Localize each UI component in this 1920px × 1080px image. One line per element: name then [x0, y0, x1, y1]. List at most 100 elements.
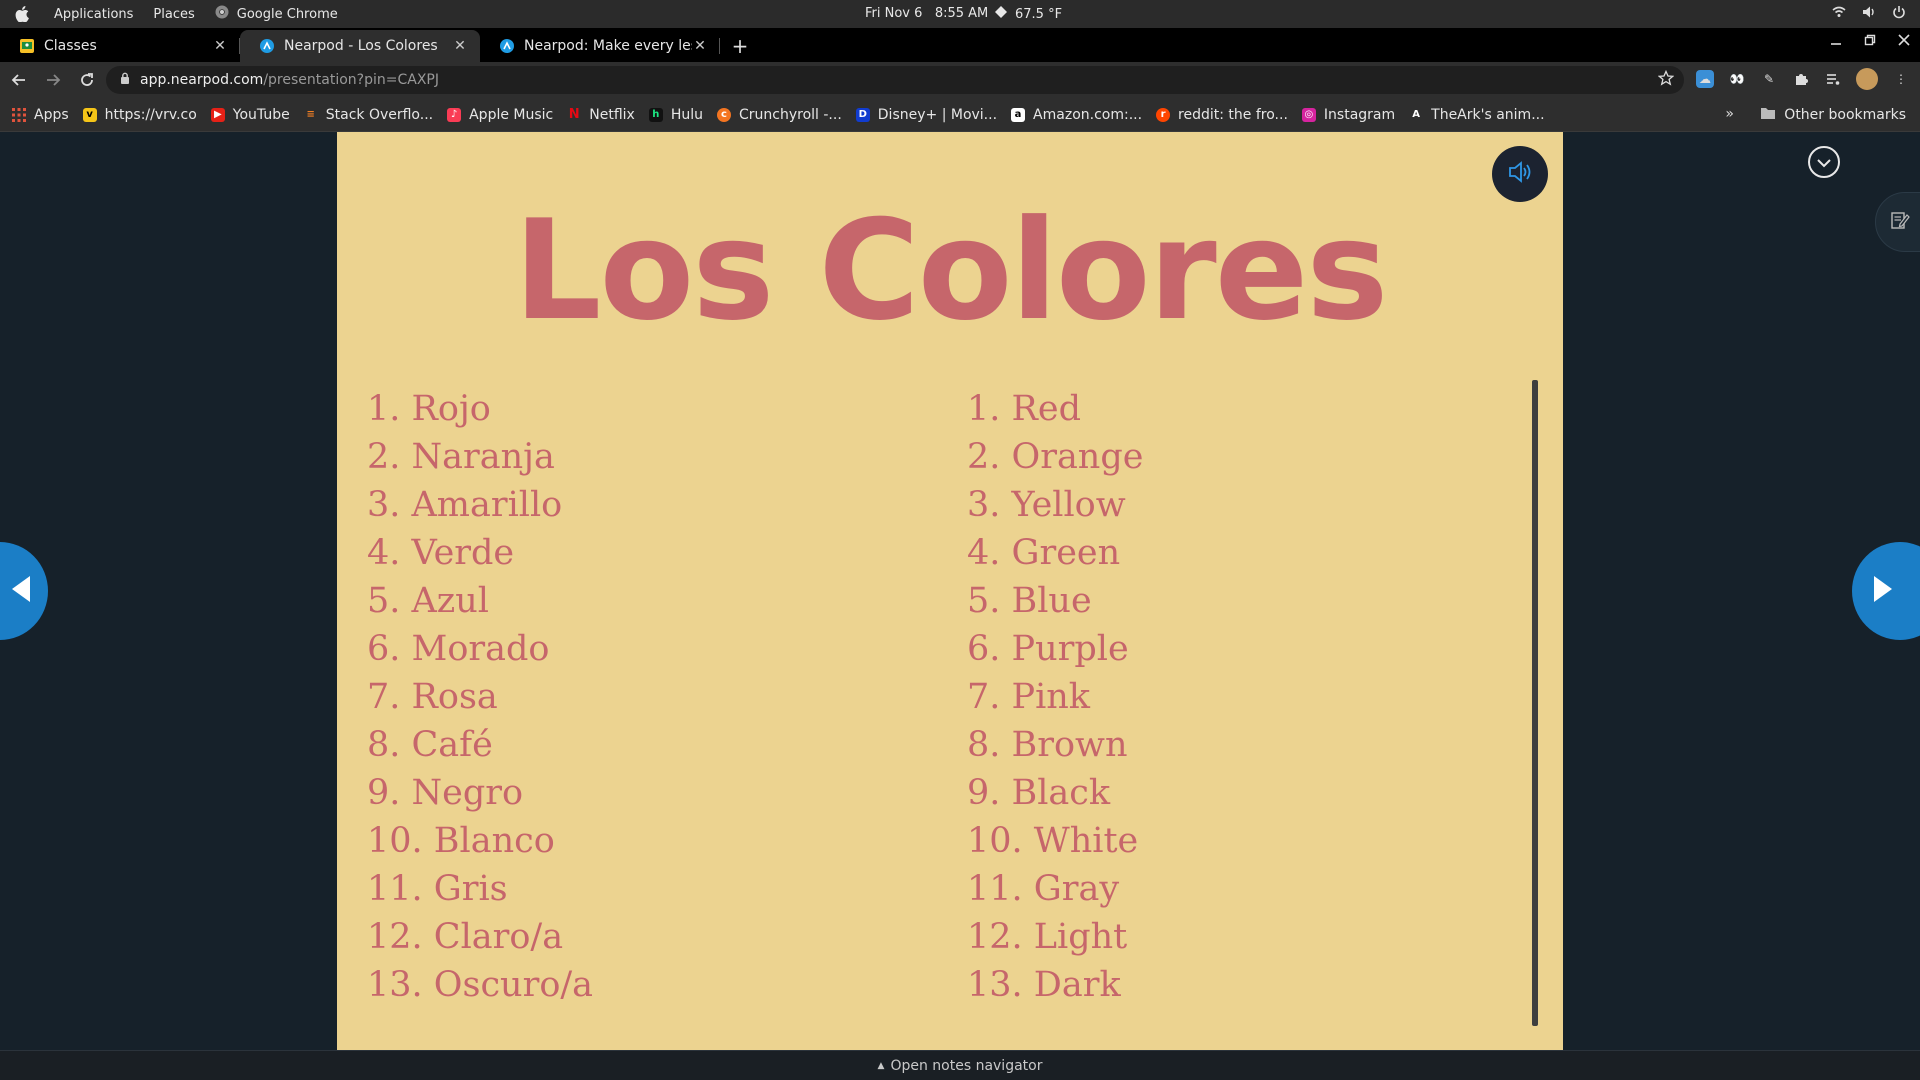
bookmark-label: Amazon.com:... — [1033, 106, 1143, 123]
google-classroom-icon — [20, 39, 34, 53]
tab-classes[interactable]: Classes ✕ — [0, 30, 240, 62]
list-item: 9. Negro — [367, 773, 524, 813]
feather-extension-icon[interactable]: ✎ — [1760, 70, 1778, 88]
weather-indicator[interactable]: 67.5 °F — [995, 6, 1062, 22]
eyes-extension-icon[interactable]: 👀 — [1728, 70, 1746, 88]
list-item: 6. Morado — [367, 629, 550, 669]
other-bookmarks-label: Other bookmarks — [1784, 107, 1906, 123]
english-colors-list: 1. Red 2. Orange 3. Yellow 4. Green 5. B… — [967, 385, 1143, 1009]
bookmark-star-icon[interactable] — [1657, 69, 1675, 90]
system-top-bar: Applications Places Google Chrome Fri No… — [0, 0, 1920, 28]
bookmark-label: Apple Music — [469, 106, 554, 123]
reload-button[interactable] — [72, 65, 102, 95]
list-item: 6. Purple — [967, 629, 1129, 669]
lock-icon[interactable] — [120, 72, 130, 88]
list-item: 10. White — [967, 821, 1139, 861]
restore-icon[interactable] — [1864, 34, 1876, 50]
theark-icon: A — [1412, 109, 1421, 120]
notes-navigator-bar[interactable]: ▲ Open notes navigator — [0, 1050, 1920, 1080]
tab-strip: Classes ✕ Nearpod - Los Colores ✕ Nearpo… — [0, 28, 1920, 62]
bookmark-label: https://vrv.co — [104, 106, 197, 123]
disney-icon: D — [855, 107, 870, 122]
list-item: 5. Azul — [367, 581, 489, 621]
wifi-icon[interactable] — [1832, 5, 1846, 23]
bookmarks-overflow-button[interactable]: » — [1725, 106, 1734, 122]
close-window-icon[interactable] — [1898, 34, 1910, 50]
notes-button[interactable] — [1875, 192, 1920, 252]
apple-music-icon: ♪ — [447, 107, 462, 122]
list-item: 11. Gris — [367, 869, 508, 909]
amazon-icon: a — [1011, 107, 1026, 122]
arrow-up-icon: ▲ — [877, 1060, 885, 1071]
list-item: 1. Red — [967, 389, 1081, 429]
power-icon[interactable] — [1892, 5, 1906, 23]
next-slide-button[interactable] — [1852, 542, 1920, 640]
tab-nearpod-los-colores[interactable]: Nearpod - Los Colores ✕ — [240, 30, 480, 62]
list-item: 9. Black — [967, 773, 1111, 813]
list-item: 11. Gray — [967, 869, 1120, 909]
bookmark-vrv[interactable]: v https://vrv.co — [82, 106, 197, 123]
list-item: 2. Orange — [967, 437, 1144, 477]
bookmark-label: YouTube — [232, 106, 290, 123]
bookmark-amazon[interactable]: a Amazon.com:... — [1011, 107, 1142, 123]
list-item: 4. Verde — [367, 533, 515, 573]
crunchyroll-icon: c — [717, 107, 731, 122]
hulu-icon: h — [648, 107, 663, 122]
forward-button[interactable] — [38, 65, 68, 95]
media-control-icon[interactable] — [1824, 70, 1842, 88]
collapse-toolbar-button[interactable] — [1808, 146, 1840, 178]
time-label: 8:55 AM — [934, 6, 989, 21]
volume-icon[interactable] — [1862, 5, 1876, 23]
minimize-icon[interactable] — [1830, 34, 1842, 50]
netflix-icon: N — [568, 107, 580, 122]
slide-scrollbar[interactable] — [1532, 380, 1538, 1026]
active-app-menu[interactable]: Google Chrome — [205, 5, 348, 23]
notes-edit-icon — [1890, 210, 1910, 234]
bookmark-theark[interactable]: A TheArk's anim... — [1409, 107, 1544, 123]
previous-slide-button[interactable] — [0, 542, 48, 640]
bookmark-disney[interactable]: D Disney+ | Movi... — [855, 107, 997, 123]
open-notes-navigator-label: Open notes navigator — [890, 1057, 1043, 1074]
other-bookmarks-folder[interactable]: Other bookmarks — [1760, 106, 1906, 124]
new-tab-button[interactable]: + — [720, 30, 760, 62]
bookmark-instagram[interactable]: ◎ Instagram — [1301, 107, 1395, 123]
url-host: app.nearpod.com — [140, 72, 264, 88]
bookmark-youtube[interactable]: ▶ YouTube — [210, 106, 290, 123]
tab-nearpod-make-every-lesson[interactable]: Nearpod: Make every lesso ✕ — [480, 30, 720, 62]
list-item: 12. Claro/a — [367, 917, 564, 957]
list-item: 7. Pink — [967, 677, 1091, 717]
chevron-down-icon — [1816, 153, 1832, 172]
date-time[interactable]: Fri Nov 6 8:55 AM — [865, 6, 988, 21]
close-tab-icon[interactable]: ✕ — [692, 38, 708, 54]
list-item: 4. Green — [967, 533, 1121, 573]
reddit-icon: r — [1156, 107, 1171, 122]
youtube-icon: ▶ — [210, 107, 225, 122]
weather-icon — [995, 6, 1007, 22]
close-tab-icon[interactable]: ✕ — [452, 38, 468, 54]
bookmark-apps[interactable]: Apps — [12, 107, 69, 123]
system-tray — [1832, 5, 1906, 23]
bookmark-reddit[interactable]: r reddit: the fro... — [1156, 107, 1288, 123]
speaker-icon — [1507, 160, 1533, 188]
apple-menu-icon[interactable] — [0, 6, 44, 22]
list-item: 3. Yellow — [967, 485, 1126, 525]
icloud-extension-icon[interactable]: ☁ — [1696, 70, 1714, 88]
bookmark-hulu[interactable]: h Hulu — [648, 107, 703, 123]
bookmark-apple-music[interactable]: ♪ Apple Music — [447, 107, 553, 123]
chrome-menu-icon[interactable]: ⋮ — [1892, 70, 1910, 88]
address-bar[interactable]: app.nearpod.com/presentation?pin=CAXPJ — [106, 66, 1684, 94]
bookmark-netflix[interactable]: N Netflix — [567, 107, 635, 123]
profile-avatar[interactable] — [1856, 68, 1878, 90]
back-button[interactable] — [4, 65, 34, 95]
bookmark-label: Crunchyroll -... — [739, 106, 842, 123]
nearpod-icon — [260, 39, 274, 53]
bookmark-stackoverflow[interactable]: ≡ Stack Overflo... — [304, 107, 434, 123]
date-label: Fri Nov 6 — [865, 6, 923, 21]
audio-button[interactable] — [1492, 146, 1548, 202]
close-tab-icon[interactable]: ✕ — [212, 38, 228, 54]
bookmark-crunchyroll[interactable]: c Crunchyroll -... — [717, 107, 842, 123]
puzzle-extensions-icon[interactable] — [1792, 70, 1810, 88]
applications-menu[interactable]: Applications — [44, 7, 143, 22]
places-menu[interactable]: Places — [143, 7, 204, 22]
active-app-label: Google Chrome — [236, 6, 338, 22]
